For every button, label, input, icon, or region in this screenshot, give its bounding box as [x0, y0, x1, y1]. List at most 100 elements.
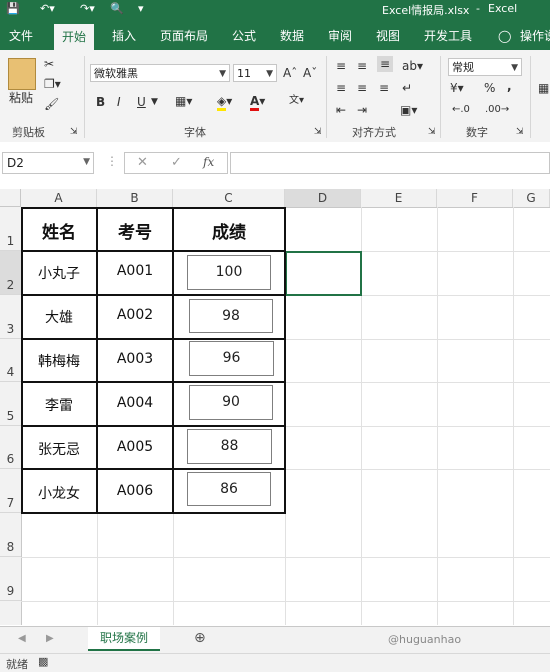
tab-insert[interactable]: 插入 — [112, 22, 136, 50]
select-all-corner[interactable] — [0, 189, 21, 207]
chevron-down-icon: ▼ — [266, 69, 273, 79]
gridline — [21, 557, 550, 558]
insert-function-button[interactable]: fx — [203, 155, 214, 169]
tab-data[interactable]: 数据 — [280, 22, 304, 50]
column-header-f[interactable]: F — [437, 189, 513, 207]
tab-view[interactable]: 视图 — [376, 22, 400, 50]
table-divider — [21, 381, 285, 383]
row-header-1[interactable]: 1 — [0, 207, 21, 251]
tab-page-layout[interactable]: 页面布局 — [160, 22, 208, 50]
copy-icon[interactable]: ❐▾ — [44, 76, 61, 92]
decrease-indent-icon[interactable]: ⇤ — [336, 102, 346, 118]
number-launcher-icon[interactable]: ⇲ — [516, 124, 524, 140]
decrease-font-icon[interactable]: Aˇ — [303, 65, 317, 81]
macro-record-icon[interactable]: ▩ — [38, 655, 48, 668]
customize-qat-icon[interactable]: ▾ — [138, 2, 144, 15]
increase-font-icon[interactable]: Aˆ — [283, 65, 297, 81]
paste-button[interactable]: 粘贴 — [9, 90, 33, 106]
table-divider — [21, 250, 285, 252]
wrap-text-icon[interactable]: ↵ — [402, 80, 412, 96]
row-header-9[interactable]: 9 — [0, 557, 21, 601]
undo-icon[interactable]: ↶▾ — [40, 2, 55, 15]
paste-icon[interactable] — [8, 58, 36, 90]
print-preview-icon[interactable]: 🔍 — [110, 2, 124, 15]
row-header-3[interactable]: 3 — [0, 295, 21, 339]
column-header-a[interactable]: A — [21, 189, 97, 207]
score-textbox[interactable]: 90 — [189, 385, 273, 420]
row-header-4[interactable]: 4 — [0, 339, 21, 382]
tab-file[interactable]: 文件 — [9, 22, 33, 50]
align-left-icon[interactable]: ≡ — [336, 80, 346, 96]
alignment-launcher-icon[interactable]: ⇲ — [428, 124, 436, 140]
scroll-left-icon[interactable]: ◀ — [18, 633, 26, 644]
align-right-icon[interactable]: ≡ — [379, 80, 389, 96]
table-divider — [21, 425, 285, 427]
increase-decimal-icon[interactable]: ←.0 — [452, 102, 470, 118]
border-icon[interactable]: ▦▾ — [175, 93, 192, 109]
chevron-down-icon: ▼ — [219, 69, 226, 79]
font-launcher-icon[interactable]: ⇲ — [314, 124, 322, 140]
orientation-icon[interactable]: ab▾ — [402, 58, 423, 74]
align-top-icon[interactable]: ≡ — [336, 58, 346, 74]
column-header-b[interactable]: B — [97, 189, 173, 207]
more-options-icon[interactable]: ⋮ — [106, 154, 118, 168]
score-textbox[interactable]: 98 — [189, 299, 273, 333]
row-header-5[interactable]: 5 — [0, 382, 21, 426]
tab-formulas[interactable]: 公式 — [232, 22, 256, 50]
column-header-g[interactable]: G — [513, 189, 550, 207]
ribbon-tabs: 文件 开始 插入 页面布局 公式 数据 审阅 视图 开发工具 ◯ 操作说 — [0, 22, 550, 50]
clipboard-launcher-icon[interactable]: ⇲ — [70, 124, 78, 140]
merge-center-icon[interactable]: ▣▾ — [400, 102, 417, 118]
add-sheet-icon[interactable]: ⊕ — [194, 630, 206, 646]
number-format-dropdown[interactable]: 常规 ▼ — [448, 58, 522, 76]
align-bottom-icon[interactable]: ≡ — [377, 56, 394, 72]
column-header-c[interactable]: C — [173, 189, 285, 207]
format-painter-icon[interactable]: 🖌 — [44, 96, 59, 112]
name-box[interactable]: D2 ▼ — [2, 152, 94, 174]
selected-cell-d2[interactable] — [285, 251, 362, 296]
phonetic-icon[interactable]: 文▾ — [289, 93, 304, 109]
lightbulb-icon[interactable]: ◯ — [498, 22, 511, 50]
number-format-value: 常规 — [452, 61, 474, 74]
row-header-7[interactable]: 7 — [0, 469, 21, 513]
decrease-decimal-icon[interactable]: .00→ — [485, 102, 509, 118]
formula-input[interactable] — [230, 152, 550, 174]
column-header-e[interactable]: E — [361, 189, 437, 207]
styles-icon[interactable]: ▦ — [538, 80, 549, 96]
tab-home[interactable]: 开始 — [54, 24, 95, 50]
font-size-dropdown[interactable]: 11 ▼ — [233, 64, 277, 82]
redo-icon[interactable]: ↷▾ — [80, 2, 95, 15]
gridline — [21, 601, 550, 602]
cut-icon[interactable]: ✂ — [44, 56, 54, 72]
bold-button[interactable]: B — [96, 94, 105, 110]
underline-button[interactable]: U — [137, 94, 146, 110]
italic-button[interactable]: I — [117, 94, 121, 110]
comma-button[interactable]: , — [507, 78, 512, 94]
font-name-dropdown[interactable]: 微软雅黑 ▼ — [90, 64, 230, 82]
score-textbox[interactable]: 88 — [187, 429, 272, 464]
row-header-2[interactable]: 2 — [0, 251, 21, 295]
row-header-6[interactable]: 6 — [0, 426, 21, 469]
cancel-icon[interactable]: ✕ — [137, 155, 148, 170]
scroll-right-icon[interactable]: ▶ — [46, 633, 54, 644]
font-color-icon[interactable]: A▾ — [250, 93, 265, 111]
tab-developer[interactable]: 开发工具 — [424, 22, 472, 50]
row-header-8[interactable]: 8 — [0, 513, 21, 557]
chevron-down-icon[interactable]: ▼ — [151, 94, 158, 110]
score-textbox[interactable]: 86 — [187, 472, 271, 506]
sheet-tab-active[interactable]: 职场案例 — [88, 627, 160, 651]
enter-icon[interactable]: ✓ — [171, 155, 182, 170]
column-header-d[interactable]: D — [285, 189, 361, 207]
score-textbox[interactable]: 100 — [187, 255, 271, 290]
percent-button[interactable]: % — [484, 80, 495, 96]
align-center-icon[interactable]: ≡ — [357, 80, 367, 96]
tab-tell-me[interactable]: 操作说 — [520, 22, 550, 50]
currency-icon[interactable]: ¥▾ — [450, 80, 464, 96]
increase-indent-icon[interactable]: ⇥ — [357, 102, 367, 118]
table-divider — [21, 468, 285, 470]
fill-color-icon[interactable]: ◈▾ — [217, 93, 232, 111]
save-icon[interactable]: 💾 — [6, 2, 20, 15]
tab-review[interactable]: 审阅 — [328, 22, 352, 50]
score-textbox[interactable]: 96 — [189, 341, 274, 376]
align-middle-icon[interactable]: ≡ — [357, 58, 367, 74]
